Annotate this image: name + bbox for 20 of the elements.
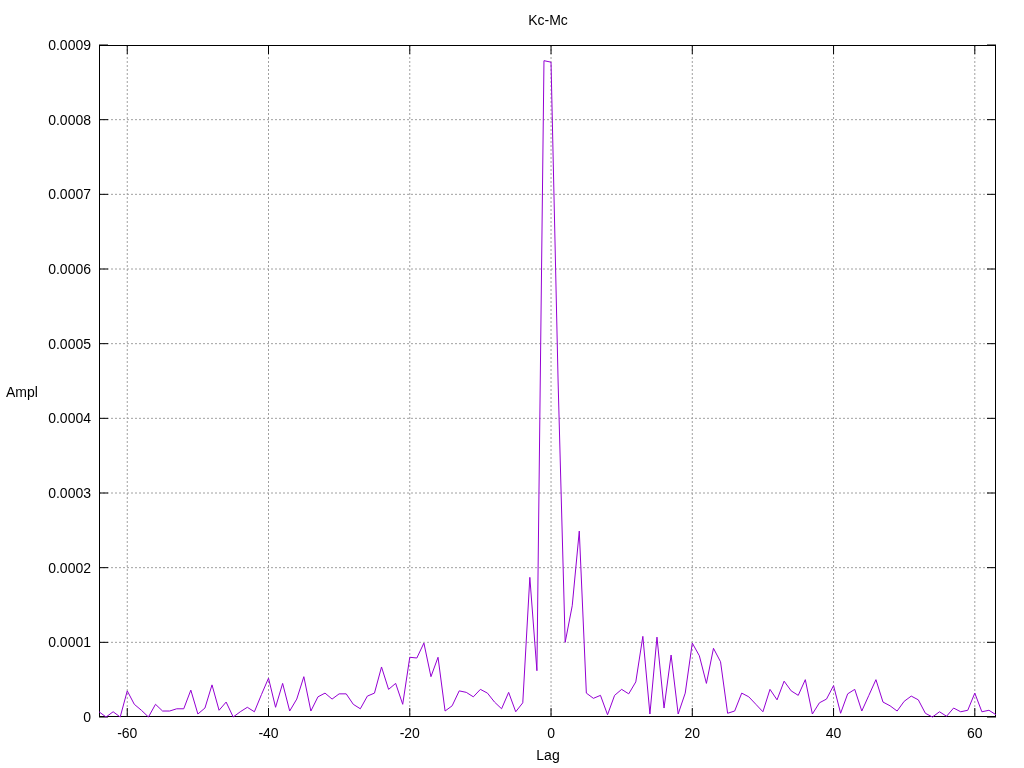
tick-label: -40 [258, 725, 279, 741]
tick-label: 0.0004 [48, 410, 91, 427]
tick-label: 0.0003 [48, 485, 91, 501]
axis-label: Lag [536, 747, 560, 763]
axis-label: Ampl [6, 384, 38, 400]
tick-label: 0.0006 [48, 261, 91, 277]
tick-label: -60 [117, 725, 138, 741]
tick-label: 20 [684, 725, 701, 741]
tick-label: 0.0005 [48, 335, 91, 352]
tick-label: 0.0008 [48, 111, 91, 128]
tick-label: 0.0009 [48, 37, 91, 53]
tick-label: 0.0002 [48, 559, 91, 576]
tick-label: 0 [547, 725, 555, 741]
tick-label: 40 [825, 725, 842, 741]
tick-label: 0 [83, 709, 91, 725]
tick-label: 0.0007 [48, 186, 91, 203]
tick-label: 0.0001 [48, 634, 91, 651]
tick-label: 60 [967, 725, 983, 741]
chart-title: Kc-Mc [528, 12, 568, 28]
tick-label: -20 [399, 725, 420, 741]
